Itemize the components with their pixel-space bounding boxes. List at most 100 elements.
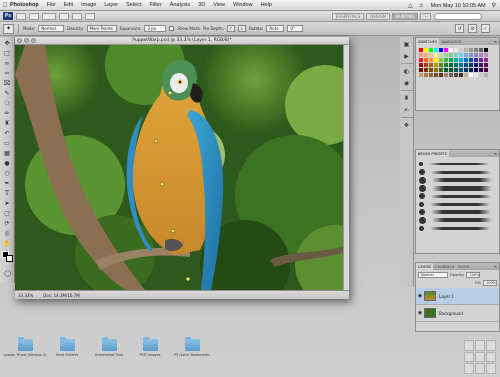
background-color-swatch[interactable] [6, 255, 13, 262]
color-swatch[interactable] [424, 68, 428, 72]
color-swatch[interactable] [464, 58, 468, 62]
tool-presets-panel-icon[interactable]: ✍ [402, 106, 412, 115]
bridge-button[interactable] [16, 12, 26, 20]
layer-row[interactable]: ◉ Layer 1 [416, 288, 499, 305]
color-swatch[interactable] [464, 68, 468, 72]
eyedropper-tool-icon[interactable]: ✎ [1, 89, 14, 98]
zoom-level-select[interactable] [42, 12, 56, 20]
actions-panel-icon[interactable]: ▶ [402, 52, 412, 61]
color-swatch[interactable] [449, 73, 453, 77]
color-swatch[interactable] [434, 58, 438, 62]
menu-view[interactable]: View [213, 2, 225, 8]
document-title-bar[interactable]: PuppetWarp.psd @ 33.3% (Layer 1, RGB/8)* [15, 37, 349, 45]
quick-mask-icon[interactable]: ◯ [1, 269, 14, 278]
color-swatch[interactable] [479, 63, 483, 67]
expansion-input[interactable]: 2 px [144, 25, 167, 32]
3d-camera-tool-icon[interactable]: ◎ [1, 229, 14, 238]
commit-icon[interactable]: ✓ [481, 24, 490, 33]
brush-preset-item[interactable] [416, 216, 499, 224]
brush-preset-item[interactable] [416, 224, 499, 232]
desktop-folder[interactable]: Screenshot Files [87, 337, 131, 357]
menu-select[interactable]: Select [126, 2, 141, 8]
color-swatch[interactable] [439, 73, 443, 77]
type-tool-icon[interactable]: T [1, 189, 14, 198]
apple-icon[interactable]:  [0, 2, 10, 9]
panel-menu-icon[interactable]: ≡ [494, 39, 497, 44]
color-swatch[interactable] [474, 63, 478, 67]
vertical-scrollbar[interactable] [343, 45, 349, 290]
menu-image[interactable]: Image [81, 2, 96, 8]
color-swatch[interactable] [434, 53, 438, 57]
tab-brush-presets[interactable]: BRUSH PRESETS [416, 150, 449, 157]
color-swatch[interactable] [459, 53, 463, 57]
color-swatch[interactable] [424, 48, 428, 52]
color-swatch[interactable] [444, 58, 448, 62]
mini-bridge-button[interactable] [29, 12, 39, 20]
color-swatch[interactable] [439, 68, 443, 72]
color-swatch[interactable] [454, 48, 458, 52]
hand-tool-button[interactable] [59, 12, 69, 20]
menu-window[interactable]: Window [233, 2, 253, 8]
color-swatch[interactable] [474, 48, 478, 52]
color-swatch[interactable] [454, 53, 458, 57]
show-mesh-checkbox[interactable] [169, 26, 175, 31]
arrange-documents-button[interactable] [72, 12, 82, 20]
puppet-warp-tool-icon[interactable]: ✦ [3, 23, 14, 34]
color-swatch[interactable] [469, 58, 473, 62]
desktop-folder[interactable]: Start Folders [45, 337, 89, 357]
dodge-tool-icon[interactable]: ○ [1, 169, 14, 178]
color-swatch[interactable] [429, 53, 433, 57]
color-swatch[interactable] [479, 58, 483, 62]
menu-filter[interactable]: Filter [149, 2, 161, 8]
color-swatch[interactable] [464, 53, 468, 57]
zoom-readout[interactable]: 33.33% [18, 293, 33, 298]
image-canvas[interactable] [15, 45, 349, 290]
volume-icon[interactable]: ♬ [419, 3, 425, 9]
pen-tool-icon[interactable]: ✒ [1, 179, 14, 188]
color-swatch[interactable] [439, 63, 443, 67]
tab-layers[interactable]: LAYERS [416, 263, 434, 270]
color-swatch[interactable] [429, 68, 433, 72]
blend-mode-select[interactable]: Normal [418, 272, 448, 278]
color-swatch[interactable] [449, 48, 453, 52]
color-swatch[interactable] [479, 68, 483, 72]
color-swatch[interactable] [429, 58, 433, 62]
blur-tool-icon[interactable]: ● [1, 159, 14, 168]
color-swatch[interactable] [419, 48, 423, 52]
cancel-icon[interactable]: ⊘ [468, 24, 477, 33]
fill-input[interactable]: 100% [483, 280, 497, 286]
rotate-select[interactable]: Auto [266, 25, 285, 32]
color-swatch[interactable] [419, 53, 423, 57]
menu-clock[interactable]: Mon May 10 10:05 AM [431, 3, 486, 9]
screen-mode-button[interactable] [85, 12, 95, 20]
color-swatch[interactable] [444, 68, 448, 72]
color-swatch[interactable] [429, 63, 433, 67]
color-swatch[interactable] [464, 73, 468, 77]
move-tool-icon[interactable]: ✥ [1, 39, 14, 48]
brush-preset-item[interactable] [416, 192, 499, 200]
color-swatch[interactable] [419, 58, 423, 62]
tab-paths[interactable]: PATHS [456, 263, 471, 270]
masks-panel-icon[interactable]: ◉ [402, 79, 412, 88]
workspace-painting[interactable]: PAINTING [391, 13, 419, 20]
workspace-design[interactable]: DESIGN [366, 13, 390, 20]
brush-preset-item[interactable] [416, 208, 499, 216]
color-swatch[interactable] [469, 68, 473, 72]
remove-pins-icon[interactable]: ↺ [455, 24, 464, 33]
tab-navigator[interactable]: NAVIGATOR [439, 38, 463, 45]
clone-stamp-tool-icon[interactable]: ♜ [1, 119, 14, 128]
opacity-input[interactable]: 100% [466, 272, 481, 278]
search-input[interactable] [433, 13, 482, 20]
color-swatch[interactable] [419, 63, 423, 67]
color-swatch[interactable] [484, 48, 488, 52]
brush-preset-item[interactable] [416, 176, 499, 184]
color-swatch[interactable] [429, 48, 433, 52]
color-swatch[interactable] [449, 58, 453, 62]
brush-tool-icon[interactable]: ✏ [1, 109, 14, 118]
wifi-icon[interactable]: △ [408, 2, 413, 9]
pin-backward-icon[interactable]: ↓ [237, 25, 246, 32]
eraser-tool-icon[interactable]: ▭ [1, 139, 14, 148]
pin-forward-icon[interactable]: ↑ [226, 25, 235, 32]
brush-preset-item[interactable] [416, 184, 499, 192]
close-icon[interactable] [17, 38, 22, 43]
